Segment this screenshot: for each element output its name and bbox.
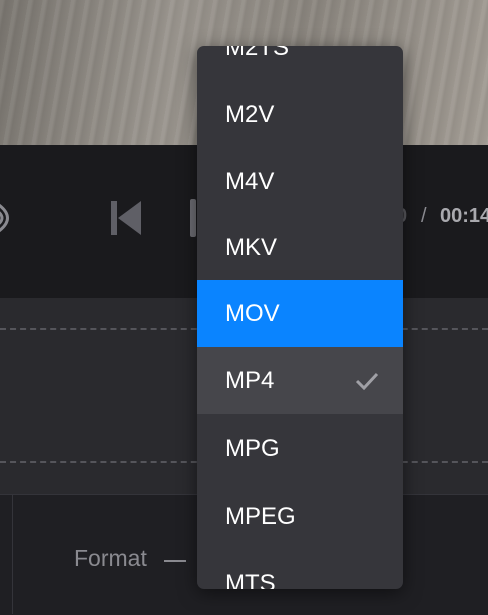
- option-label: MTS: [225, 569, 276, 590]
- option-label: MPG: [225, 434, 280, 462]
- total-time: 00:14: [440, 205, 488, 227]
- time-separator: /: [421, 205, 427, 227]
- format-option-m2ts[interactable]: M2TS: [197, 46, 403, 81]
- format-dropdown-menu: M2TS M2V M4V MKV MOV MP4 MPG MPEG MTS: [197, 46, 403, 589]
- volume-icon[interactable]: [0, 201, 18, 235]
- option-label: MPEG: [225, 502, 296, 530]
- option-label: MP4: [225, 366, 275, 394]
- format-option-mp4[interactable]: MP4: [197, 347, 403, 414]
- format-option-mts[interactable]: MTS: [197, 550, 403, 590]
- format-label: Format: [74, 545, 147, 571]
- option-label: M2V: [225, 100, 275, 128]
- option-label: MKV: [225, 233, 278, 261]
- format-option-mpg[interactable]: MPG: [197, 415, 403, 482]
- format-option-mkv[interactable]: MKV: [197, 214, 403, 281]
- play-button-edge[interactable]: [190, 199, 196, 237]
- skip-back-icon[interactable]: [111, 201, 141, 235]
- format-dash: [164, 560, 186, 562]
- format-option-m4v[interactable]: M4V: [197, 148, 403, 215]
- option-label: M4V: [225, 167, 275, 195]
- format-option-m2v[interactable]: M2V: [197, 81, 403, 148]
- divider: [12, 495, 13, 614]
- option-label: MOV: [225, 299, 280, 327]
- format-option-mov[interactable]: MOV: [197, 280, 403, 347]
- checkmark-icon: [355, 372, 379, 390]
- option-label: M2TS: [225, 46, 290, 61]
- format-option-mpeg[interactable]: MPEG: [197, 483, 403, 550]
